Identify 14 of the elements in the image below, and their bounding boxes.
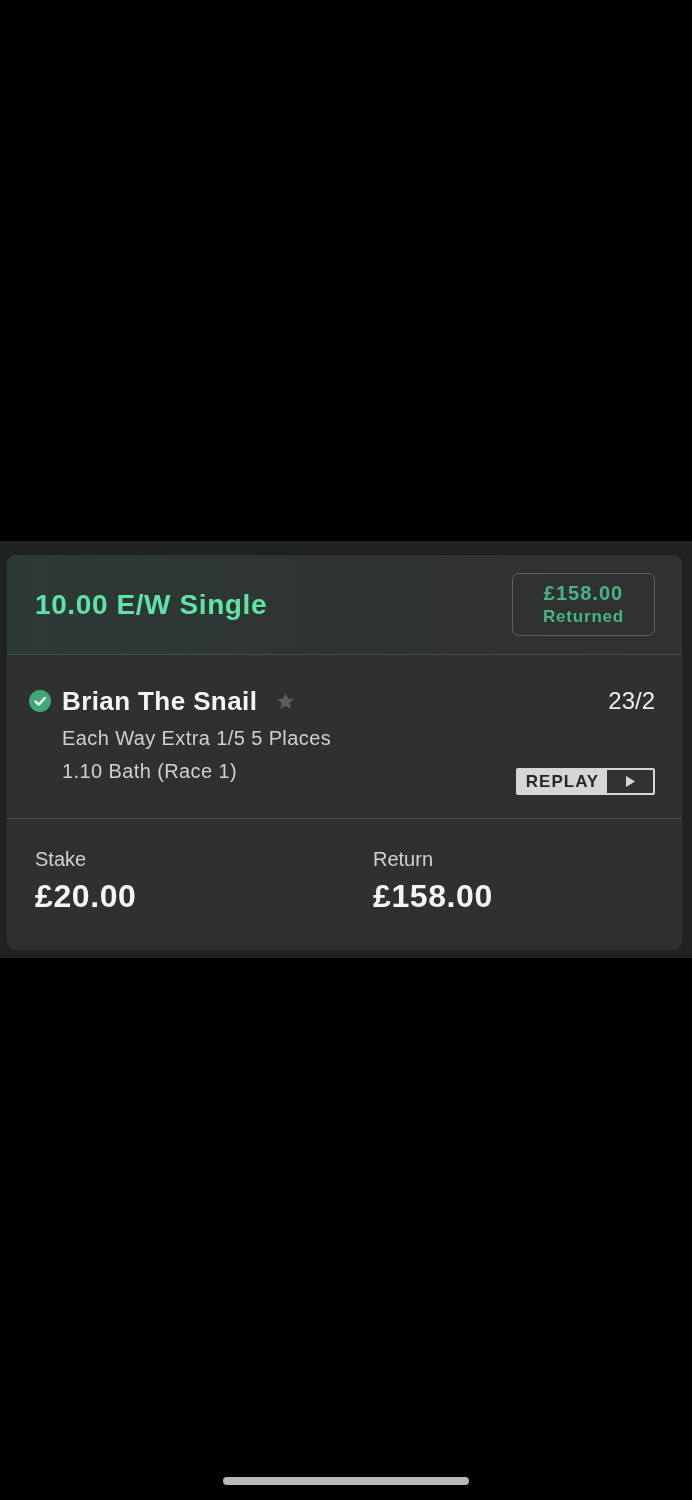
- play-icon: [607, 770, 653, 793]
- race-info: 1.10 Bath (Race 1): [62, 759, 238, 784]
- bet-title: 10.00 E/W Single: [35, 588, 268, 621]
- total-label: Return: [373, 848, 434, 870]
- status-label: Returned: [543, 606, 624, 627]
- market-description: Each Way Extra 1/5 5 Places: [62, 726, 333, 751]
- selection-name: Brian The Snail: [62, 686, 258, 716]
- odds: 23/2: [608, 686, 655, 716]
- returned-amount: £158.00: [543, 582, 624, 605]
- replay-button[interactable]: REPLAY: [516, 768, 655, 795]
- total-amount: £158.00: [373, 878, 493, 914]
- total-label: Stake: [35, 848, 87, 870]
- total-amount: £20.00: [35, 878, 137, 914]
- star-icon[interactable]: [276, 691, 296, 711]
